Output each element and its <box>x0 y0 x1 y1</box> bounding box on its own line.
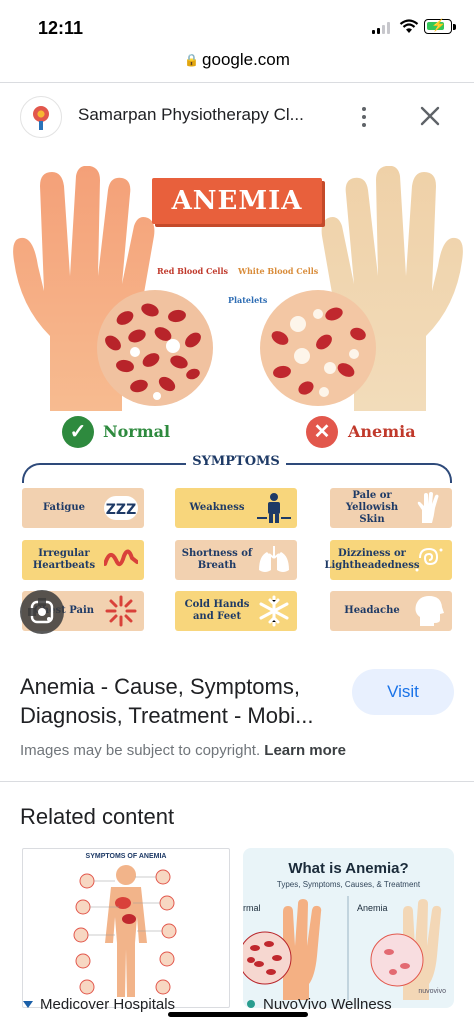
body-diagram-illustration <box>73 865 177 997</box>
anemia-label: Anemia <box>348 422 416 441</box>
related-source-name: Medicover Hospitals <box>40 996 176 1013</box>
source-name[interactable]: Samarpan Physiotherapy Cl... <box>78 105 304 125</box>
dizzy-spiral-icon <box>415 547 443 572</box>
symptom-card: Shortness of Breath <box>175 540 297 580</box>
hands-comparison-illustration <box>243 896 442 1000</box>
symptom-label: Fatigue <box>42 502 86 513</box>
symptom-card: Weakness <box>175 488 297 528</box>
symptom-label: Irregular Heartbeats <box>32 548 96 571</box>
preview-image[interactable]: ANEMIA Red Blood Cells White Blood Cells… <box>0 148 474 648</box>
red-blood-cells-label: Red Blood Cells <box>157 266 229 276</box>
symptom-card: Pale or Yellowish Skin <box>330 488 452 528</box>
symptom-label: Cold Hands and Feet <box>184 599 250 622</box>
home-indicator[interactable] <box>168 1012 308 1017</box>
divider <box>0 82 474 83</box>
symptom-card: Headache <box>330 591 452 631</box>
pain-burst-icon <box>105 595 137 627</box>
cross-icon: ✕ <box>306 416 338 448</box>
snowflake-icon <box>259 595 289 627</box>
symptom-label: Dizziness or Lightheadedness <box>324 548 420 571</box>
symptom-card: Cold Hands and Feet <box>175 591 297 631</box>
symptom-card: Irregular Heartbeats <box>22 540 144 580</box>
related-thumb-subtitle: Types, Symptoms, Causes, & Treatment <box>276 880 421 889</box>
zzz-icon: ZZZ <box>104 496 138 520</box>
lungs-icon <box>259 546 289 572</box>
related-item-medicover[interactable]: SYMPTOMS OF ANEMIA <box>22 848 230 1008</box>
symptom-card: Fatigue ZZZ <box>22 488 144 528</box>
person-weights-icon <box>257 493 291 523</box>
related-thumb-brand: nuvovivo <box>418 988 446 995</box>
lens-icon <box>28 598 54 624</box>
hand-icon <box>417 492 439 523</box>
wifi-icon <box>399 19 419 33</box>
google-lens-button[interactable] <box>20 590 64 634</box>
more-options-icon[interactable] <box>355 104 373 130</box>
result-title[interactable]: Anemia - Cause, Symptoms, Diagnosis, Tre… <box>20 672 350 730</box>
svg-text:ZZZ: ZZZ <box>106 502 136 518</box>
related-item-nuvovivo[interactable]: What is Anemia? Types, Symptoms, Causes,… <box>243 848 454 1008</box>
status-bar: 12:11 ⚡ <box>0 0 474 50</box>
related-thumb-title: What is Anemia? <box>288 860 409 877</box>
learn-more-link[interactable]: Learn more <box>264 742 346 759</box>
related-source-name: NuvoVivo Wellness <box>263 996 392 1013</box>
related-content-heading: Related content <box>20 804 175 829</box>
url-text: google.com <box>202 50 290 69</box>
address-bar[interactable]: 🔒 google.com <box>0 50 474 82</box>
close-icon[interactable] <box>416 102 444 130</box>
visit-button[interactable]: Visit <box>352 669 454 715</box>
anemia-status: ✕ Anemia <box>306 416 446 450</box>
battery-cap <box>453 24 456 30</box>
battery-icon: ⚡ <box>424 18 452 34</box>
copyright-notice: Images may be subject to copyright. Lear… <box>20 742 346 759</box>
symptom-card: Dizziness or Lightheadedness <box>324 540 452 580</box>
lock-icon: 🔒 <box>184 53 200 67</box>
normal-blood-sample-illustration <box>97 290 213 406</box>
source-header: Samarpan Physiotherapy Cl... <box>0 88 474 144</box>
normal-status: ✓ Normal <box>62 416 202 450</box>
cellular-signal-icon <box>372 22 392 34</box>
infographic-title: ANEMIA <box>171 186 303 216</box>
nuvovivo-logo-icon <box>247 1000 255 1008</box>
copyright-text: Images may be subject to copyright. <box>20 742 261 759</box>
related-source-nuvovivo: NuvoVivo Wellness <box>245 996 392 1013</box>
divider <box>0 781 474 782</box>
symptom-label: Pale or Yellowish Skin <box>345 490 399 525</box>
platelets-label: Platelets <box>228 295 268 305</box>
heartbeat-icon <box>104 549 138 567</box>
normal-label: Normal <box>103 422 171 441</box>
symptom-label: Shortness of Breath <box>181 548 253 571</box>
symptoms-heading: SYMPTOMS <box>186 454 286 469</box>
symptom-label: Weakness <box>189 502 245 513</box>
check-icon: ✓ <box>62 416 94 448</box>
symptom-label: Headache <box>344 605 400 616</box>
anemia-blood-sample-illustration <box>260 290 376 406</box>
related-source-medicover: Medicover Hospitals <box>22 996 175 1013</box>
status-time: 12:11 <box>38 18 84 38</box>
head-icon <box>415 596 444 626</box>
white-blood-cells-label: White Blood Cells <box>238 266 319 276</box>
medicover-logo-icon <box>23 1001 33 1008</box>
related-thumb-title: SYMPTOMS OF ANEMIA <box>85 853 167 860</box>
anemia-title-banner: ANEMIA <box>152 178 322 224</box>
site-favicon-icon <box>20 96 62 138</box>
